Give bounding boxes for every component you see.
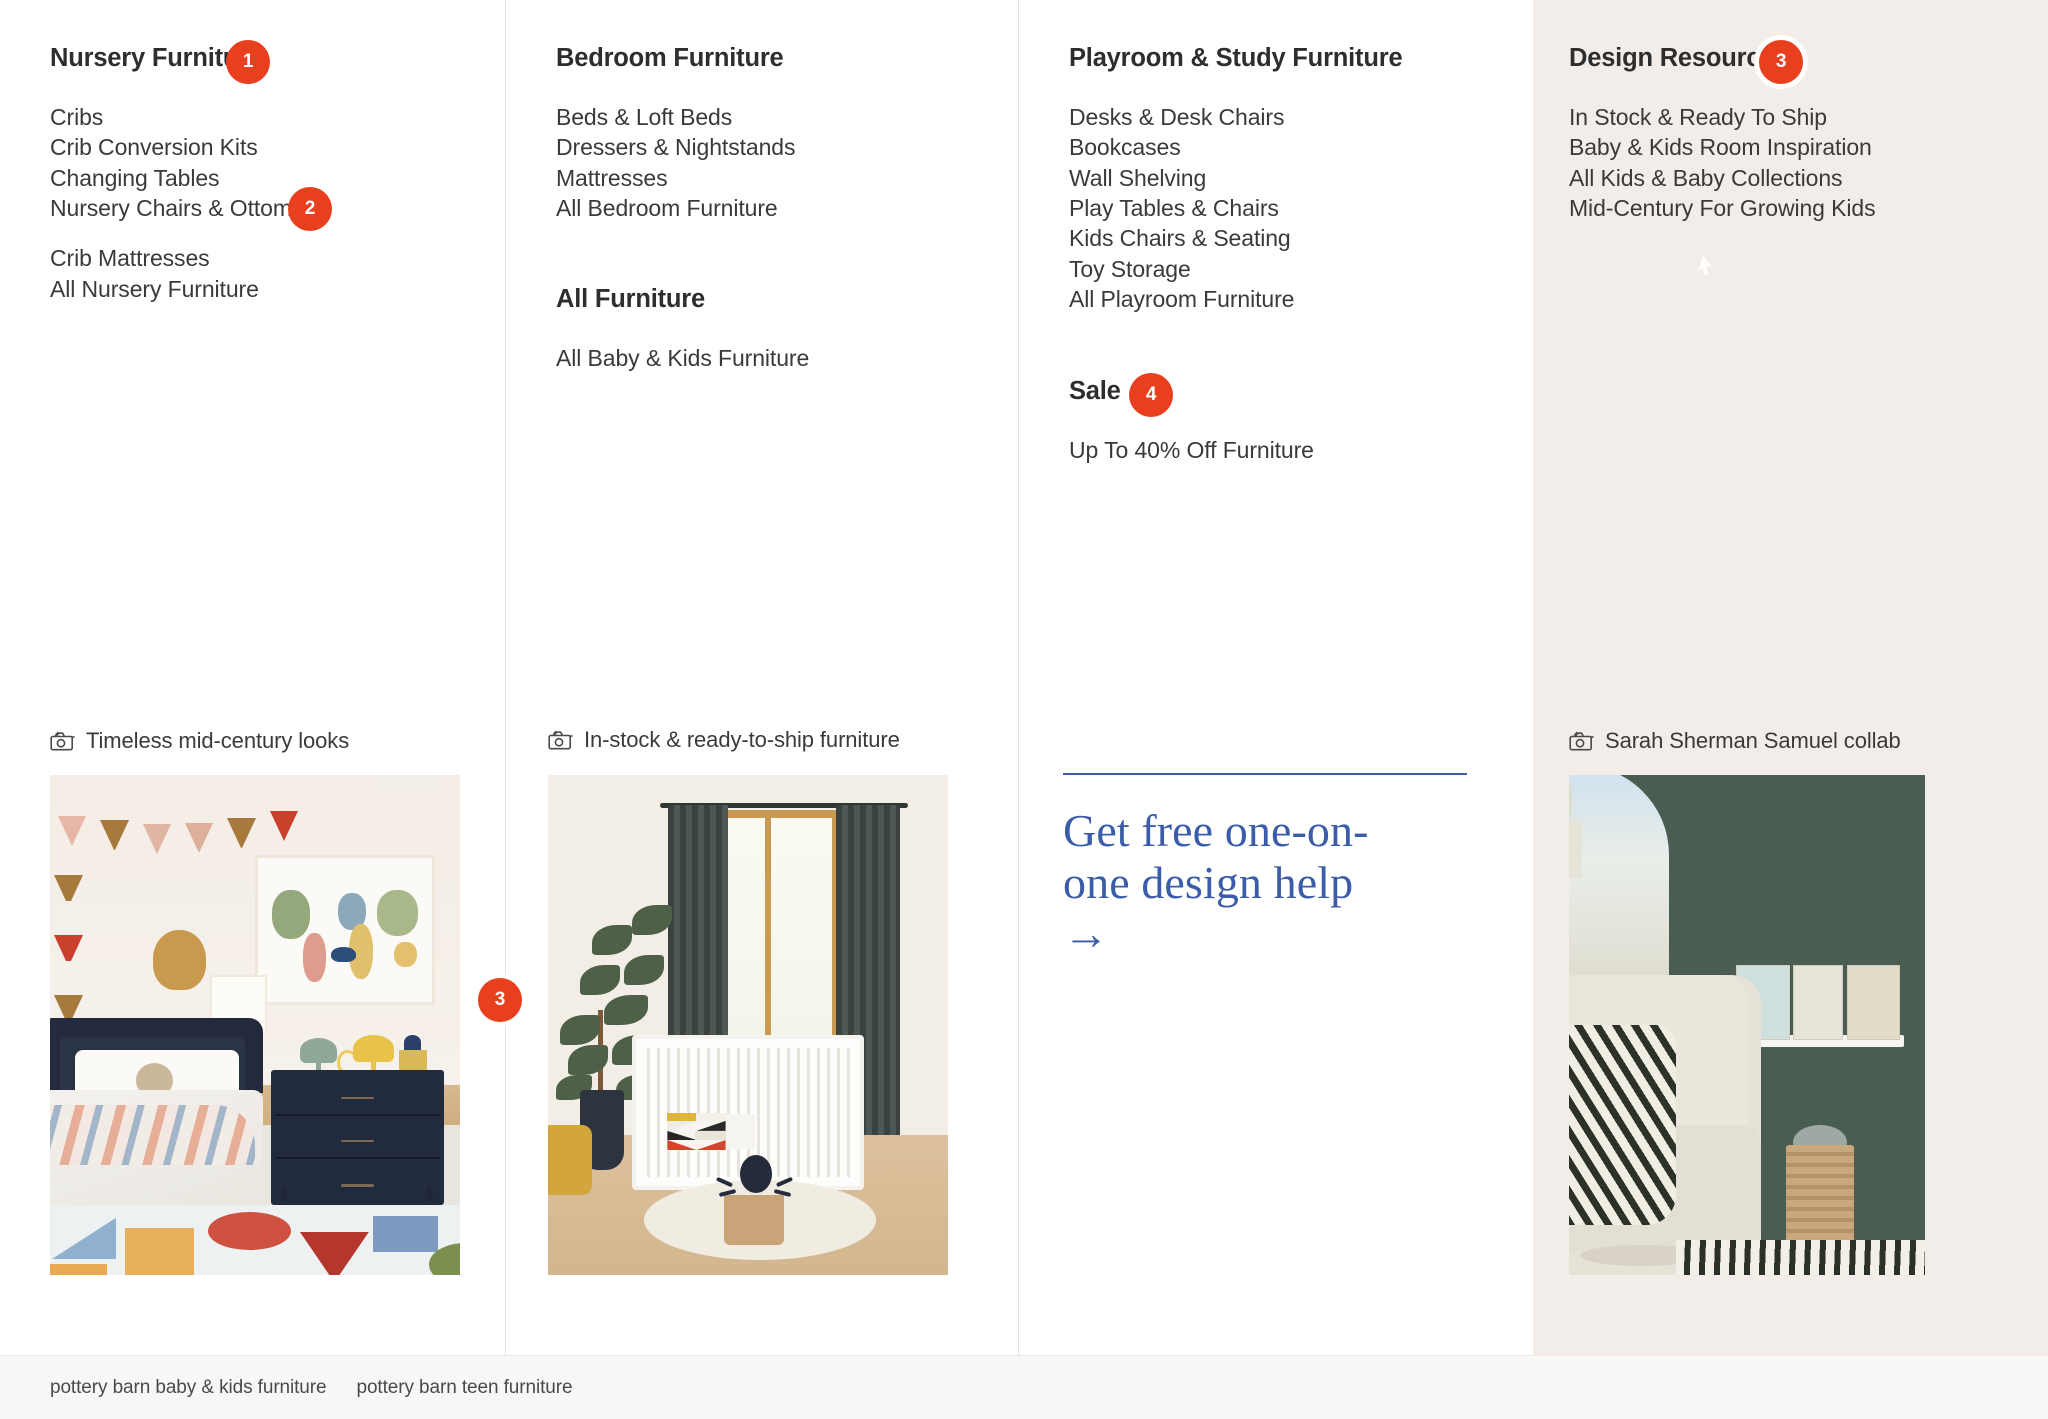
nav-link-kids-chairs-seating[interactable]: Kids Chairs & Seating [1069,223,1291,253]
picture-book-3 [1846,965,1901,1040]
nav-link-nursery-chairs-ottomans[interactable]: Nursery Chairs & Ottomans [50,193,329,223]
footer-link-pb-baby-kids-furniture[interactable]: pottery barn baby & kids furniture [50,1377,327,1399]
group-heading-playroom-study-furniture: Playroom & Study Furniture [1069,44,1403,72]
nav-link-all-baby-kids-furniture[interactable]: All Baby & Kids Furniture [556,343,809,373]
nav-link-mattresses[interactable]: Mattresses [556,163,668,193]
crib-blanket [725,1113,755,1150]
menu-column-design-resources: Design Resources 3 In Stock & Ready To S… [1533,0,2048,1355]
bed-throw-blanket [50,1105,255,1165]
nav-link-in-stock-ready-to-ship[interactable]: In Stock & Ready To Ship [1569,102,1827,132]
annotation-badge-3-heading: 3 [1759,40,1803,84]
nav-link-all-playroom-furniture[interactable]: All Playroom Furniture [1069,284,1294,314]
menu-column-playroom: Playroom & Study Furniture Desks & Desk … [1018,0,1533,1355]
gallery-caption-sarah-sherman-samuel[interactable]: Sarah Sherman Samuel collab [1569,728,1901,754]
nav-link-up-to-40-off-furniture[interactable]: Up To 40% Off Furniture [1069,435,1314,465]
pennant-left-1 [54,875,83,901]
group-heading-design-resources: Design Resources 3 [1569,40,1803,84]
menu-column-nursery: Nursery Furniture 1 Cribs Crib Conversio… [0,0,522,1355]
annotation-badge-4: 4 [1129,372,1173,417]
annotation-badge-2: 2 [288,187,332,232]
gallery-caption-timeless[interactable]: Timeless mid-century looks [50,728,349,754]
pennant-left-2 [54,935,83,961]
arched-window [1569,775,1669,1005]
nav-link-desks-desk-chairs[interactable]: Desks & Desk Chairs [1069,102,1284,132]
nav-link-all-kids-baby-collections[interactable]: All Kids & Baby Collections [1569,163,1843,193]
gallery-caption-in-stock[interactable]: In-stock & ready-to-ship furniture [548,727,900,753]
design-help-link[interactable]: Get free one-on-one design help → [1063,805,1393,960]
green-lamp [300,1037,337,1093]
gallery-caption-label: Sarah Sherman Samuel collab [1605,728,1901,753]
group-heading-label: Design Resources [1569,44,1789,72]
picture-book-2 [1793,965,1844,1040]
camera-sparkle-icon [50,731,75,751]
promo-divider [1063,773,1467,775]
world-map-poster [255,855,436,1005]
plush-animal-head [152,930,206,990]
nav-link-play-tables-chairs[interactable]: Play Tables & Chairs [1069,193,1279,223]
nav-link-cribs[interactable]: Cribs [50,102,103,132]
nav-link-all-nursery-furniture[interactable]: All Nursery Furniture [50,274,259,304]
mega-menu-panel: Nursery Furniture 1 Cribs Crib Conversio… [0,0,2048,1355]
colorful-area-rug [50,1205,460,1275]
annotation-badge-3-gallery: 3 [478,978,522,1022]
patterned-throw-blanket [1569,1025,1676,1225]
nav-link-beds-loft-beds[interactable]: Beds & Loft Beds [556,102,732,132]
striped-rug [1675,1240,1925,1275]
nav-link-baby-kids-room-inspiration[interactable]: Baby & Kids Room Inspiration [1569,132,1872,162]
menu-column-bedroom: Bedroom Furniture Beds & Loft Beds Dress… [505,0,1018,1355]
nav-list-sale: Up To 40% Off Furniture [1069,435,1509,465]
group-heading-nursery-furniture: Nursery Furniture 1 [50,40,270,84]
geometric-quilt [667,1112,726,1151]
camera-sparkle-icon [1569,731,1594,751]
nav-list-nursery: Cribs Crib Conversion Kits Changing Tabl… [50,102,481,304]
gallery-image-green-nursery[interactable] [1569,775,1925,1275]
nav-link-bookcases[interactable]: Bookcases [1069,132,1181,162]
gallery-image-kids-bedroom[interactable] [50,775,460,1275]
navy-dresser [271,1070,444,1205]
nav-list-all-furniture: All Baby & Kids Furniture [556,343,994,373]
chandelier [373,775,444,795]
group-heading-all-furniture: All Furniture [556,285,705,314]
group-heading-label: Sale [1069,376,1121,405]
group-heading-bedroom-furniture: Bedroom Furniture [556,44,784,72]
group-heading-sale: Sale 4 [1069,372,1173,417]
pennant-bunting [58,805,411,855]
nav-link-wall-shelving[interactable]: Wall Shelving [1069,163,1206,193]
nav-link-crib-conversion-kits[interactable]: Crib Conversion Kits [50,132,258,162]
nav-link-dressers-nightstands[interactable]: Dressers & Nightstands [556,132,795,162]
nav-link-toy-storage[interactable]: Toy Storage [1069,254,1191,284]
plush-spider-toy [716,1155,794,1220]
design-help-promo[interactable]: Get free one-on-one design help → [1063,773,1467,960]
annotation-badge-1: 1 [226,40,270,84]
gallery-image-nursery-crib[interactable] [548,775,948,1275]
mustard-ottoman [548,1125,592,1195]
nav-link-crib-mattresses[interactable]: Crib Mattresses [50,243,210,273]
mega-menu-screen: Nursery Furniture 1 Cribs Crib Conversio… [0,0,2048,1419]
footer-link-pb-teen-furniture[interactable]: pottery barn teen furniture [356,1377,572,1399]
nav-list-playroom: Desks & Desk Chairs Bookcases Wall Shelv… [1069,102,1509,315]
nav-link-all-bedroom-furniture[interactable]: All Bedroom Furniture [556,193,778,223]
gallery-caption-label: In-stock & ready-to-ship furniture [584,727,900,752]
nav-link-mid-century-for-growing-kids[interactable]: Mid-Century For Growing Kids [1569,193,1876,223]
nav-link-changing-tables[interactable]: Changing Tables [50,163,220,193]
woven-storage-basket [1786,1145,1854,1255]
camera-sparkle-icon [548,730,573,750]
nav-list-design-resources: In Stock & Ready To Ship Baby & Kids Roo… [1569,102,2024,223]
yellow-lamp [353,1035,395,1095]
gallery-caption-label: Timeless mid-century looks [86,728,350,753]
footer-bar: pottery barn baby & kids furniture potte… [0,1355,2048,1419]
nav-list-bedroom: Beds & Loft Beds Dressers & Nightstands … [556,102,994,223]
